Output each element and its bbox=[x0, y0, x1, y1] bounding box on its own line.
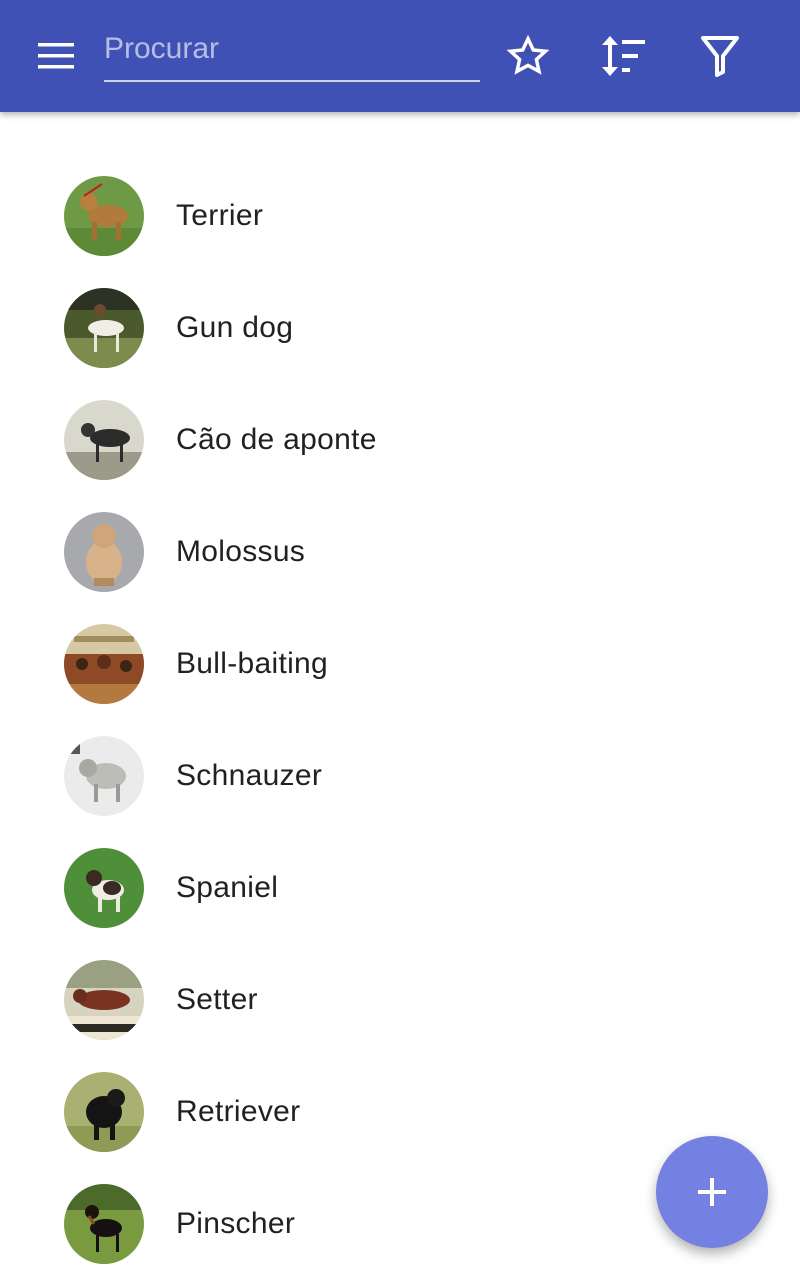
avatar bbox=[64, 624, 144, 704]
list-item[interactable]: Terrier bbox=[0, 160, 800, 272]
menu-icon bbox=[38, 43, 74, 69]
sort-icon bbox=[602, 36, 645, 76]
list-item-label: Schnauzer bbox=[176, 759, 323, 792]
star-icon bbox=[506, 34, 550, 75]
avatar bbox=[64, 736, 144, 816]
menu-button[interactable] bbox=[28, 28, 84, 84]
list-item[interactable]: Schnauzer bbox=[0, 720, 800, 832]
search-input[interactable] bbox=[104, 22, 480, 76]
list-item-label: Pinscher bbox=[176, 1207, 296, 1240]
list-item-label: Cão de aponte bbox=[176, 423, 377, 456]
filter-icon bbox=[701, 36, 739, 77]
list-item[interactable]: Gun dog bbox=[0, 272, 800, 384]
filter-button[interactable] bbox=[692, 28, 748, 84]
list-item-label: Gun dog bbox=[176, 311, 294, 344]
avatar bbox=[64, 512, 144, 592]
avatar bbox=[64, 1072, 144, 1152]
search-field bbox=[104, 22, 480, 82]
breed-list: Terrier Gun dog Cão de aponte Molossus B… bbox=[0, 160, 800, 1280]
list-item-label: Retriever bbox=[176, 1095, 301, 1128]
avatar bbox=[64, 1184, 144, 1264]
avatar bbox=[64, 176, 144, 256]
avatar bbox=[64, 288, 144, 368]
list-item-label: Molossus bbox=[176, 535, 306, 568]
list-item-label: Setter bbox=[176, 983, 258, 1016]
list-item[interactable]: Spaniel bbox=[0, 832, 800, 944]
avatar bbox=[64, 400, 144, 480]
app-bar bbox=[0, 0, 800, 112]
list-item[interactable]: Bull-baiting bbox=[0, 608, 800, 720]
avatar bbox=[64, 848, 144, 928]
list-item-label: Terrier bbox=[176, 199, 264, 232]
list-item[interactable]: Setter bbox=[0, 944, 800, 1056]
list-item-label: Bull-baiting bbox=[176, 647, 329, 680]
list-item[interactable]: Cão de aponte bbox=[0, 384, 800, 496]
favorites-button[interactable] bbox=[500, 28, 556, 84]
sort-button[interactable] bbox=[596, 28, 652, 84]
list-item-label: Spaniel bbox=[176, 871, 279, 904]
plus-icon bbox=[698, 1178, 726, 1206]
add-button[interactable] bbox=[656, 1136, 768, 1248]
avatar bbox=[64, 960, 144, 1040]
list-item[interactable]: Molossus bbox=[0, 496, 800, 608]
